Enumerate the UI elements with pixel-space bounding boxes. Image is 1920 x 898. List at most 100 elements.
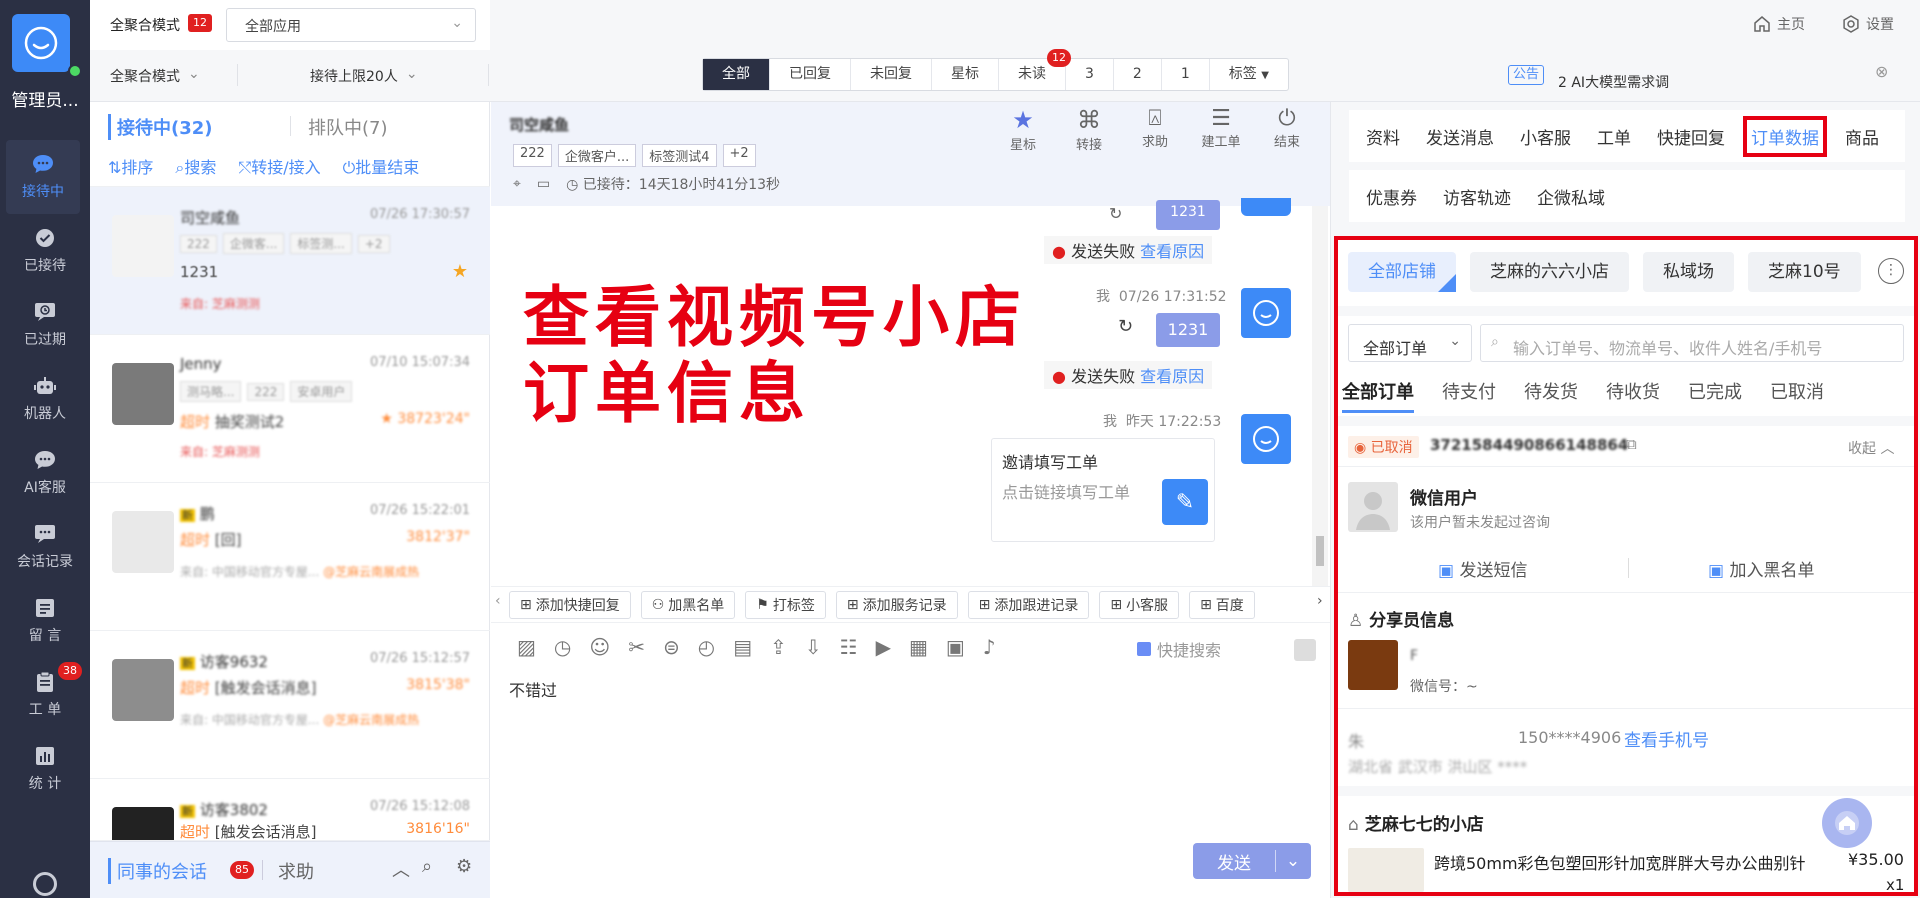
transfer-button[interactable]: ⌘ 转接 <box>1067 106 1111 153</box>
id-card-icon[interactable]: ▣ <box>946 635 965 659</box>
avatar[interactable] <box>12 14 70 72</box>
star-icon[interactable]: ★ <box>452 261 468 282</box>
scissors-icon[interactable]: ✂ <box>628 635 645 659</box>
tab-order-data[interactable]: 订单数据 <box>1743 116 1827 157</box>
shop-all[interactable]: 全部店铺 <box>1348 252 1456 292</box>
history-icon[interactable]: ◴ <box>698 635 715 659</box>
help-tab[interactable]: 求助 <box>278 858 314 884</box>
mic-icon[interactable]: ♪ <box>983 635 996 659</box>
tab-1[interactable]: 1 <box>1162 59 1210 90</box>
upload-icon[interactable]: ⇪ <box>770 635 787 659</box>
tab-send-message[interactable]: 发送消息 <box>1426 124 1494 149</box>
tab-label-filter[interactable]: 标签 ▼ <box>1210 59 1288 90</box>
collapse-button[interactable]: 收起 ︿ <box>1848 438 1894 458</box>
list-item[interactable]: 司空咸鱼 07/26 17:30:57 222 企微客... 标签测... +2 12… <box>90 187 490 335</box>
sidebar-item-stats[interactable]: 统 计 <box>0 732 90 806</box>
help-button[interactable]: ⍓ 求助 <box>1133 106 1177 153</box>
tab-unreplied[interactable]: 未回复 <box>851 59 932 90</box>
settings-link[interactable]: 设置 <box>1842 14 1894 34</box>
home-link[interactable]: 主页 <box>1753 14 1805 34</box>
dollar-icon[interactable]: ⊜ <box>663 635 680 659</box>
batch-end-button[interactable]: ⏻批量结束 <box>343 154 420 178</box>
tab-replied[interactable]: 已回复 <box>770 59 851 90</box>
chevron-left-icon[interactable]: ‹ <box>495 593 501 609</box>
expand-icon[interactable] <box>1294 639 1316 661</box>
create-order-button[interactable]: ☰ 建工单 <box>1199 106 1243 153</box>
tab-pending-shipment[interactable]: 待发货 <box>1524 378 1578 413</box>
close-icon[interactable]: ⊗ <box>1875 62 1888 81</box>
sidebar-item-expired[interactable]: 已过期 <box>0 288 90 362</box>
sidebar-item-message[interactable]: 留 言 <box>0 584 90 658</box>
tab-unread[interactable]: 未读 12 <box>999 49 1071 90</box>
folder-icon[interactable]: ▤ <box>733 635 752 659</box>
limit-select[interactable]: 接待上限20人 ⌄ <box>310 66 418 86</box>
chevron-down-icon[interactable]: ⌄ <box>1276 851 1310 871</box>
add-blacklist-button[interactable]: ▣ 加入黑名单 <box>1708 556 1814 581</box>
shop-item[interactable]: 私域场 <box>1643 252 1734 292</box>
chevron-right-icon[interactable]: › <box>1317 593 1323 609</box>
tab-visitor-track[interactable]: 访客轨迹 <box>1443 184 1511 209</box>
tab-starred[interactable]: 星标 <box>932 59 999 90</box>
work-order-card[interactable]: 邀请填写工单 点击链接填写工单 ✎ <box>991 438 1215 542</box>
sidebar-item-received[interactable]: 已接待 <box>0 214 90 288</box>
view-phone-link[interactable]: 查看手机号 <box>1624 726 1709 751</box>
end-button[interactable]: ⏻ 结束 <box>1265 106 1309 153</box>
shop-item[interactable]: 芝麻10号 <box>1748 252 1861 292</box>
resend-icon[interactable]: ↻ <box>1109 204 1122 223</box>
product-title[interactable]: 跨境50mm彩色包塑回形针加宽胖胖大号办公曲别针 <box>1434 850 1806 874</box>
notice-text[interactable]: 2 AI大模型需求调研 <box>1558 68 1678 88</box>
tab-2[interactable]: 2 <box>1114 59 1162 90</box>
tab-all[interactable]: 全部 <box>703 59 770 90</box>
tab-work-order[interactable]: 工单 <box>1597 124 1631 149</box>
app-select[interactable]: 全部应用 ⌄ <box>226 8 476 42</box>
video-icon[interactable]: ▶ <box>876 635 891 659</box>
transfer-button[interactable]: ⤲转接/接入 <box>238 154 320 178</box>
sidebar-item-ai-service[interactable]: AI客服 <box>0 436 90 510</box>
tab-wecom-private[interactable]: 企微私域 <box>1537 184 1605 209</box>
tab-queue[interactable]: 排队中(7) <box>308 114 388 140</box>
tab-mini-service[interactable]: 小客服 <box>1520 124 1571 149</box>
location-icon[interactable]: ⌖ <box>513 176 521 192</box>
package-icon[interactable]: ▦ <box>909 635 928 659</box>
add-follow-record-button[interactable]: ⊞ 添加跟进记录 <box>967 591 1090 619</box>
tag[interactable]: +2 <box>722 144 756 167</box>
add-blacklist-button[interactable]: ⚇ 加黑名单 <box>640 591 736 619</box>
tab-completed[interactable]: 已完成 <box>1688 378 1742 413</box>
more-options-icon[interactable]: ⋮ <box>1878 258 1904 284</box>
view-reason-link[interactable]: 查看原因 <box>1140 242 1204 261</box>
message-input[interactable]: 不错过 <box>509 677 557 701</box>
tab-profile[interactable]: 资料 <box>1366 124 1400 149</box>
tab-all-orders[interactable]: 全部订单 <box>1342 378 1414 413</box>
download-icon[interactable]: ⇩ <box>805 635 822 659</box>
list-item[interactable]: 新 访客3802 07/26 15:12:08 超时 [触发会话消息] 3816… <box>90 779 490 841</box>
tab-pending-payment[interactable]: 待支付 <box>1442 378 1496 413</box>
copy-icon[interactable]: ⧉ <box>1626 435 1637 453</box>
sidebar-item-work-order[interactable]: 工 单 38 <box>0 658 90 732</box>
sort-button[interactable]: ⇅排序 <box>108 154 153 178</box>
clock-icon[interactable]: ◷ <box>554 635 571 659</box>
list-item[interactable]: 新 鹏 07/26 15:22:01 超时 [回] 3812'37" 来自: 中… <box>90 483 490 631</box>
add-tag-button[interactable]: ⚑ 打标签 <box>745 591 826 619</box>
sidebar-item-receiving[interactable]: 接待中 <box>6 140 80 214</box>
star-button[interactable]: ★ 星标 <box>1001 106 1045 153</box>
send-button[interactable]: 发送 ⌄ <box>1193 843 1311 879</box>
gear-icon[interactable]: ⚙ <box>456 856 472 877</box>
tab-3[interactable]: 3 <box>1066 59 1114 90</box>
tab-coupons[interactable]: 优惠券 <box>1366 184 1417 209</box>
image-icon[interactable]: ▨ <box>517 635 536 659</box>
list-item[interactable]: Jenny 07/10 15:07:34 测马略... 222 安卓用户 超时 抽奖… <box>90 335 490 483</box>
help-icon[interactable] <box>33 872 57 896</box>
home-float-button[interactable] <box>1822 798 1872 848</box>
list-item[interactable]: 新 访客9632 07/26 15:12:57 超时 [触发会话消息] 3815… <box>90 631 490 779</box>
shop-item[interactable]: 芝麻的六六小店 <box>1470 252 1629 292</box>
tab-cancelled[interactable]: 已取消 <box>1770 378 1824 413</box>
quick-search-toggle[interactable]: 快捷搜索 <box>1137 637 1221 661</box>
emoji-icon[interactable]: ☺ <box>589 635 610 659</box>
view-reason-link[interactable]: 查看原因 <box>1140 367 1204 386</box>
sidebar-item-robot[interactable]: 机器人 <box>0 362 90 436</box>
resend-icon[interactable]: ↻ <box>1118 316 1133 337</box>
mode-select[interactable]: 全聚合模式 ⌄ <box>110 66 200 86</box>
mini-service-button[interactable]: ⊞ 小客服 <box>1099 591 1180 619</box>
chevron-up-icon[interactable]: ︿ <box>392 856 410 882</box>
search-button[interactable]: ⌕搜索 <box>175 154 216 178</box>
